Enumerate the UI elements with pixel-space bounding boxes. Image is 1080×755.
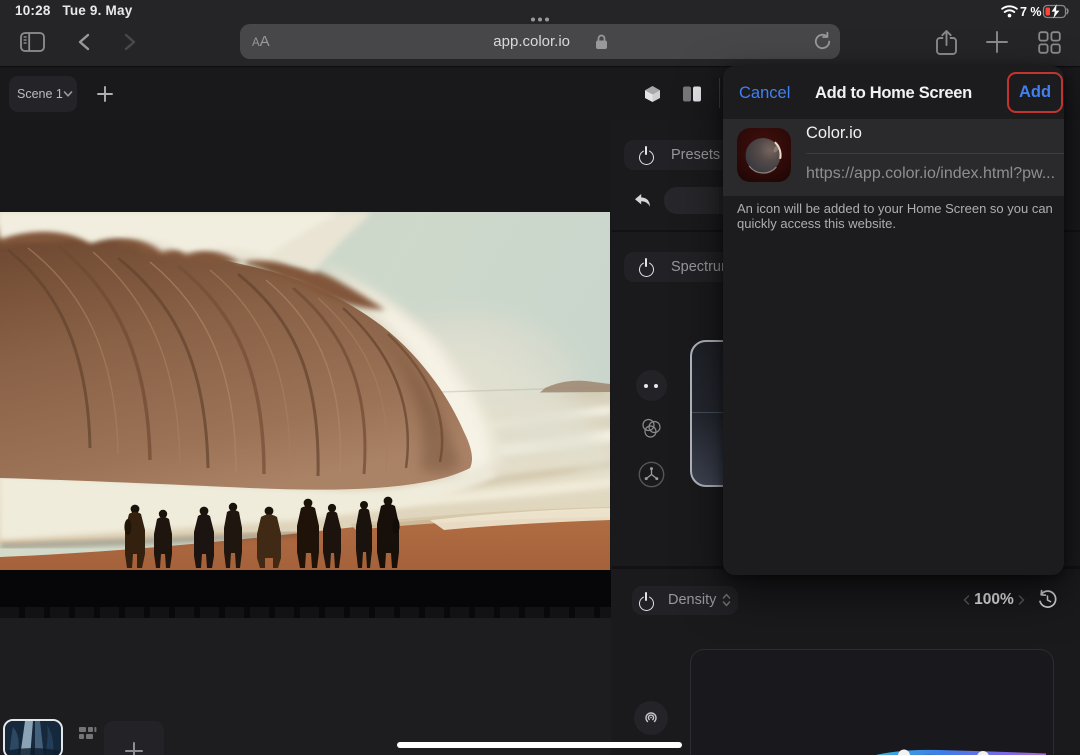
svg-text:7 %: 7 % <box>1020 5 1042 19</box>
